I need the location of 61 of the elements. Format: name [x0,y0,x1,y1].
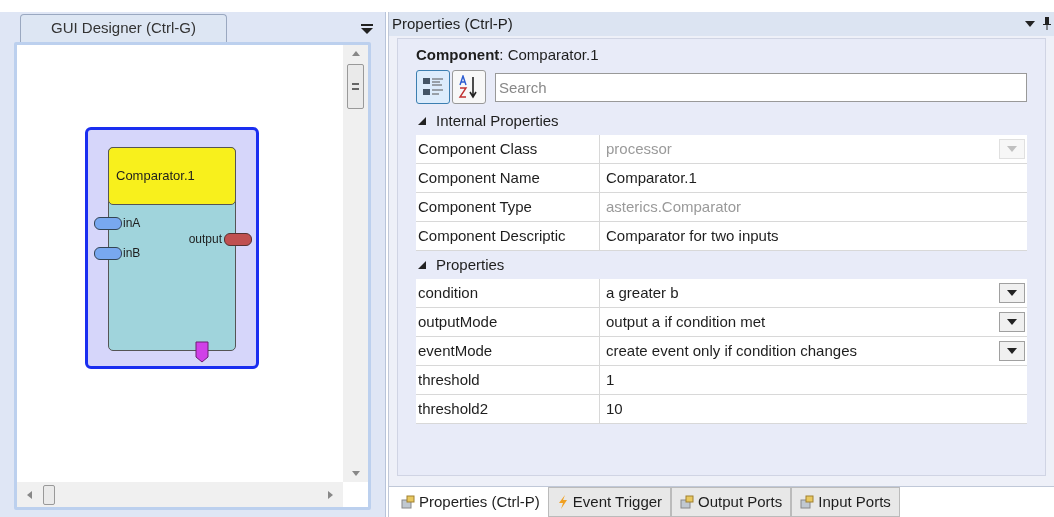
property-value[interactable]: 1 [606,369,1025,392]
input-port[interactable] [94,216,122,230]
output-port[interactable] [224,232,252,246]
scroll-left-icon[interactable] [27,490,32,499]
vertical-scrollbar[interactable] [343,45,368,482]
dropdown-icon[interactable] [1025,20,1035,27]
designer-tab[interactable]: GUI Designer (Ctrl-G) [20,14,227,42]
property-value[interactable]: Comparator.1 [606,167,1025,190]
panel-tab[interactable]: Output Ports [671,487,792,517]
scroll-right-icon[interactable] [328,490,333,499]
event-port-icon[interactable] [195,341,209,363]
port-label: inA [123,215,141,232]
property-name: eventMode [416,337,600,366]
category-header: Properties [436,255,505,276]
component-icon [800,495,815,509]
property-name: threshold [416,366,600,395]
category-header: Internal Properties [436,111,559,132]
sort-button[interactable] [452,70,486,105]
menu-icon[interactable] [361,24,373,34]
port-label: output [188,231,222,248]
panel-tab[interactable]: Event Trigger [547,487,672,517]
scroll-up-icon[interactable] [351,51,360,56]
scroll-thumb[interactable] [43,484,55,505]
component-heading: Component: Comparator.1 [416,44,600,65]
property-name: condition [416,279,600,308]
component-icon [401,495,415,509]
collapse-icon[interactable] [418,261,426,270]
lightning-icon [556,495,569,509]
property-name: Component Name [416,164,600,193]
port-label: inB [123,245,141,262]
property-value[interactable]: output a if condition met [606,311,999,334]
component-icon [680,495,695,509]
property-value[interactable]: create event only if condition changes [606,340,999,363]
panel-title: Properties (Ctrl-P) [392,13,513,34]
dropdown-button[interactable] [999,283,1025,304]
pin-icon[interactable] [1043,17,1051,31]
dropdown-button[interactable] [999,341,1025,362]
scroll-thumb[interactable] [347,64,364,109]
caret-icon [1007,290,1017,297]
caret-icon [1007,319,1017,326]
collapse-icon[interactable] [418,117,426,126]
property-name: Component Descriptic [416,222,600,251]
property-name: Component Type [416,193,600,222]
component-title: Comparator.1 [108,147,236,205]
scroll-down-icon[interactable] [351,471,360,476]
sort-az-icon [458,75,480,100]
property-value[interactable]: a greater b [606,282,999,305]
caret-icon [1007,146,1017,153]
panel-tab[interactable]: Input Ports [791,487,900,517]
dropdown-button[interactable] [999,312,1025,333]
component-frame[interactable]: Comparator.1 inA inB output [85,127,259,369]
property-name: Component Class [416,135,600,164]
property-value[interactable]: Comparator for two inputs [606,225,1025,248]
search-field[interactable]: Search [495,72,1027,102]
caret-icon [1007,348,1017,355]
categorized-button[interactable] [416,70,450,105]
property-value[interactable]: 10 [606,398,1025,421]
property-name: outputMode [416,308,600,337]
horizontal-scrollbar[interactable] [17,482,343,507]
property-name: threshold2 [416,395,600,424]
input-port[interactable] [94,246,122,260]
